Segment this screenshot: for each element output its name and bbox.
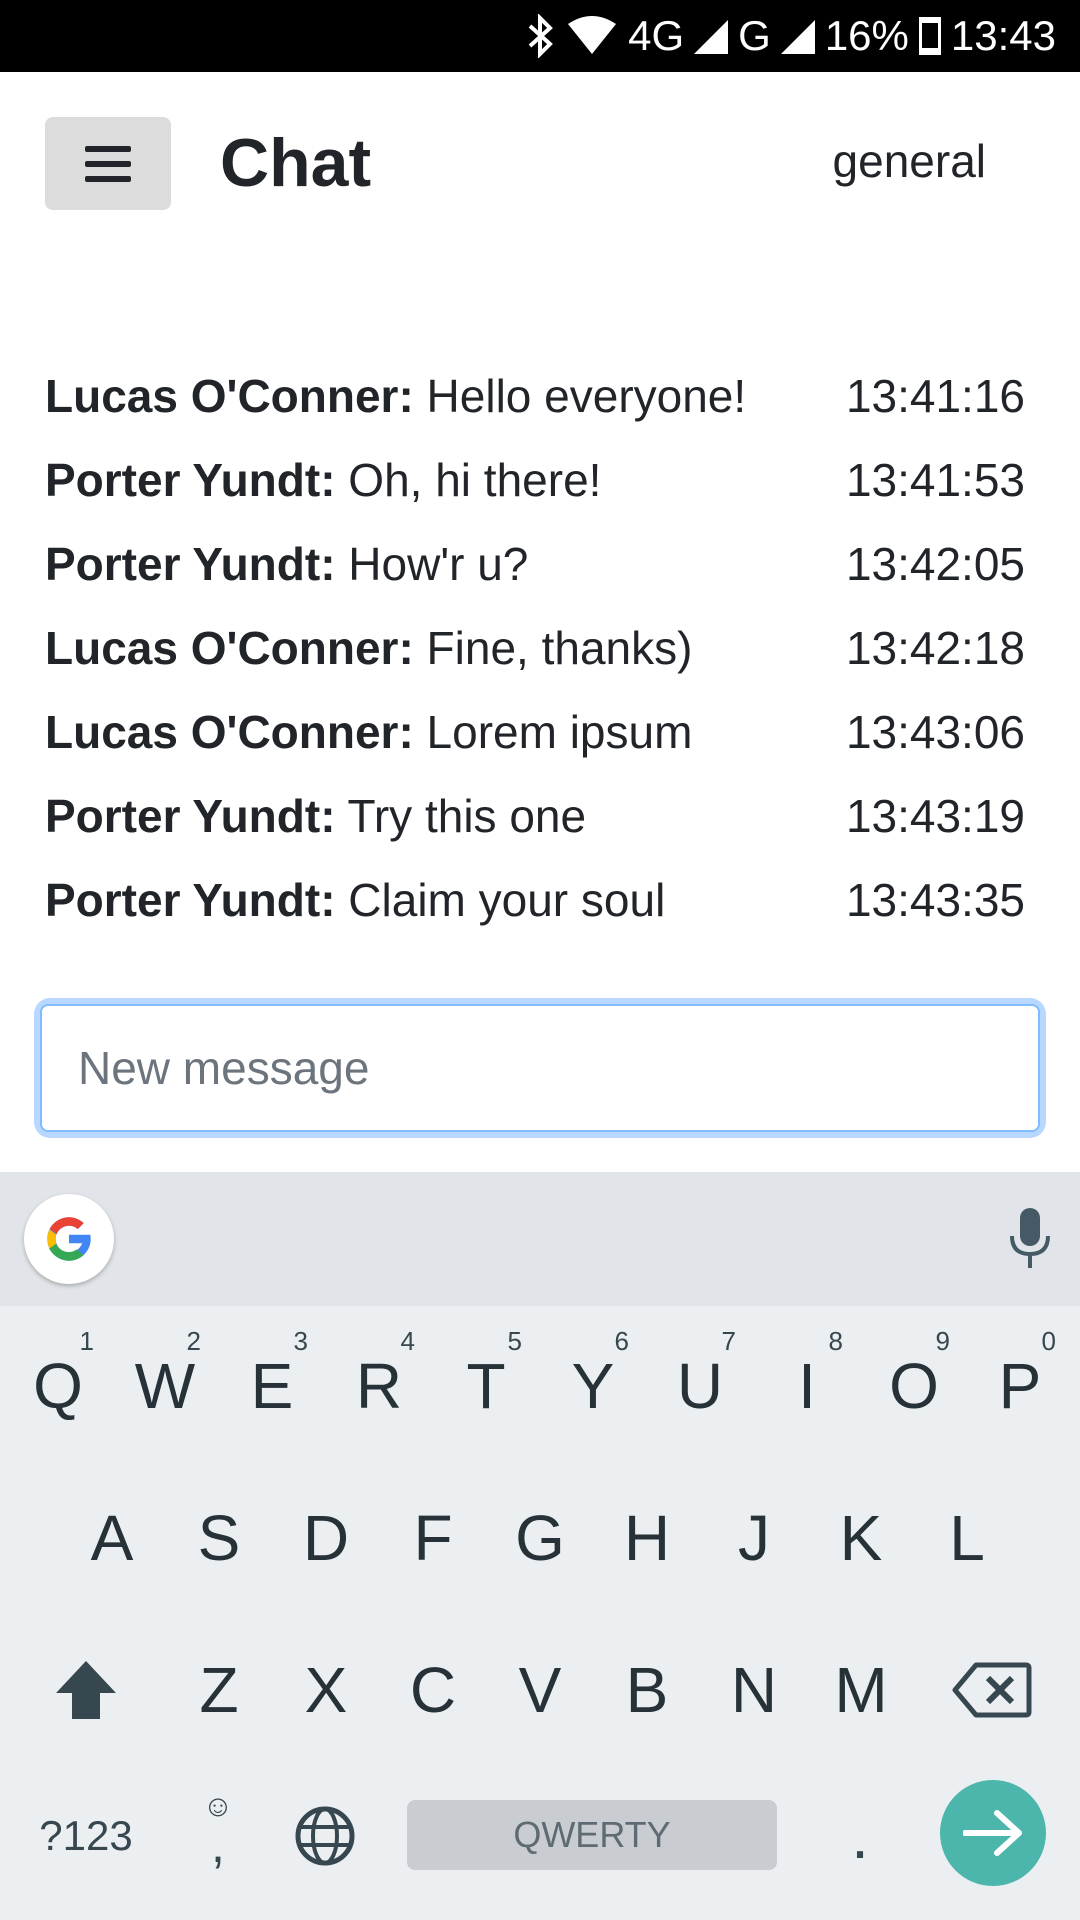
emoji-comma-key[interactable]: ☺ , (168, 1766, 268, 1906)
key-r[interactable]: R4 (329, 1316, 429, 1456)
page-title: Chat (220, 125, 372, 201)
app-header: Chat general (0, 72, 1080, 252)
message-text: How'r u? (348, 538, 529, 590)
key-g[interactable]: G (490, 1468, 590, 1608)
message-time: 13:41:53 (845, 454, 1025, 506)
message-author: Lucas O'Conner: (45, 370, 414, 422)
message-row: Porter Yundt: How'r u? 13:42:05 (45, 522, 1025, 606)
key-e[interactable]: E3 (222, 1316, 322, 1456)
signal-icon (694, 18, 729, 54)
menu-button[interactable] (45, 117, 171, 210)
key-u[interactable]: U7 (650, 1316, 750, 1456)
key-l[interactable]: L (917, 1468, 1017, 1608)
key-h[interactable]: H (597, 1468, 697, 1608)
symbols-key[interactable]: ?123 (36, 1766, 136, 1906)
message-time: 13:43:06 (845, 706, 1025, 758)
clock: 13:43 (950, 12, 1056, 59)
space-bar[interactable]: QWERTY (407, 1800, 777, 1870)
microphone-icon[interactable] (1008, 1208, 1052, 1270)
status-bar: 4G G 16% 13:43 (0, 0, 1080, 72)
message-author: Porter Yundt: (45, 538, 336, 590)
battery-percent: 16% (824, 12, 909, 59)
message-author: Lucas O'Conner: (45, 706, 414, 758)
network-type-label: 4G (628, 12, 685, 59)
key-i[interactable]: I8 (757, 1316, 857, 1456)
key-j[interactable]: J (704, 1468, 804, 1608)
message-time: 13:43:19 (845, 790, 1025, 842)
google-g-icon (47, 1217, 92, 1261)
wifi-icon (566, 16, 618, 56)
period-key[interactable]: . (810, 1766, 910, 1906)
network-type-label-2: G (738, 12, 771, 59)
hamburger-menu-icon (85, 145, 131, 182)
message-text: Hello everyone! (426, 370, 747, 422)
keyboard-row-3: Z X C V B N M (0, 1620, 1080, 1760)
key-s[interactable]: S (169, 1468, 269, 1608)
shift-key[interactable] (36, 1620, 136, 1760)
key-d[interactable]: D (276, 1468, 376, 1608)
key-y[interactable]: Y6 (543, 1316, 643, 1456)
key-c[interactable]: C (383, 1620, 483, 1760)
globe-icon (295, 1806, 355, 1866)
message-row: Lucas O'Conner: Lorem ipsum 13:43:06 (45, 690, 1025, 774)
arrow-right-icon (963, 1810, 1022, 1856)
key-w[interactable]: W2 (115, 1316, 215, 1456)
key-a[interactable]: A (62, 1468, 162, 1608)
message-text: Try this one (347, 790, 587, 842)
keyboard-row-2: A S D F G H J K L (0, 1468, 1080, 1608)
enter-button[interactable] (940, 1780, 1046, 1886)
message-row: Lucas O'Conner: Fine, thanks) 13:42:18 (45, 606, 1025, 690)
message-author: Porter Yundt: (45, 790, 336, 842)
language-key[interactable] (275, 1766, 375, 1906)
message-text: Oh, hi there! (348, 454, 602, 506)
shift-arrow-icon (56, 1661, 116, 1719)
google-search-button[interactable] (24, 1194, 114, 1284)
message-text: Claim your soul (348, 874, 666, 926)
key-f[interactable]: F (383, 1468, 483, 1608)
message-list: Lucas O'Conner: Hello everyone! 13:41:16… (45, 354, 1025, 942)
message-time: 13:42:18 (845, 622, 1025, 674)
status-bar-icons: 4G G 16% 13:43 (526, 0, 1056, 72)
key-m[interactable]: M (811, 1620, 911, 1760)
message-composer (40, 1004, 1040, 1132)
key-n[interactable]: N (704, 1620, 804, 1760)
key-k[interactable]: K (811, 1468, 911, 1608)
message-time: 13:41:16 (845, 370, 1025, 422)
key-x[interactable]: X (276, 1620, 376, 1760)
key-z[interactable]: Z (169, 1620, 269, 1760)
keyboard-suggestion-bar (0, 1172, 1080, 1306)
key-p[interactable]: P0 (970, 1316, 1070, 1456)
backspace-key[interactable] (942, 1620, 1042, 1760)
message-time: 13:42:05 (845, 538, 1025, 590)
new-message-input[interactable] (40, 1004, 1040, 1132)
message-author: Porter Yundt: (45, 874, 336, 926)
key-t[interactable]: T5 (436, 1316, 536, 1456)
message-row: Lucas O'Conner: Hello everyone! 13:41:16 (45, 354, 1025, 438)
key-q[interactable]: Q1 (8, 1316, 108, 1456)
channel-name[interactable]: general (833, 134, 986, 188)
message-time: 13:43:35 (845, 874, 1025, 926)
message-text: Fine, thanks) (426, 622, 693, 674)
message-author: Lucas O'Conner: (45, 622, 414, 674)
key-b[interactable]: B (597, 1620, 697, 1760)
key-v[interactable]: V (490, 1620, 590, 1760)
message-row: Porter Yundt: Oh, hi there! 13:41:53 (45, 438, 1025, 522)
message-row: Porter Yundt: Claim your soul 13:43:35 (45, 858, 1025, 942)
message-row: Porter Yundt: Try this one 13:43:19 (45, 774, 1025, 858)
battery-icon (918, 17, 941, 55)
key-o[interactable]: O9 (864, 1316, 964, 1456)
bluetooth-icon (526, 14, 556, 58)
keyboard-row-1: Q1 W2 E3 R4 T5 Y6 U7 I8 O9 P0 (0, 1316, 1080, 1456)
signal-icon-2 (780, 18, 815, 54)
message-text: Lorem ipsum (426, 706, 693, 758)
backspace-icon (952, 1662, 1032, 1718)
message-author: Porter Yundt: (45, 454, 336, 506)
